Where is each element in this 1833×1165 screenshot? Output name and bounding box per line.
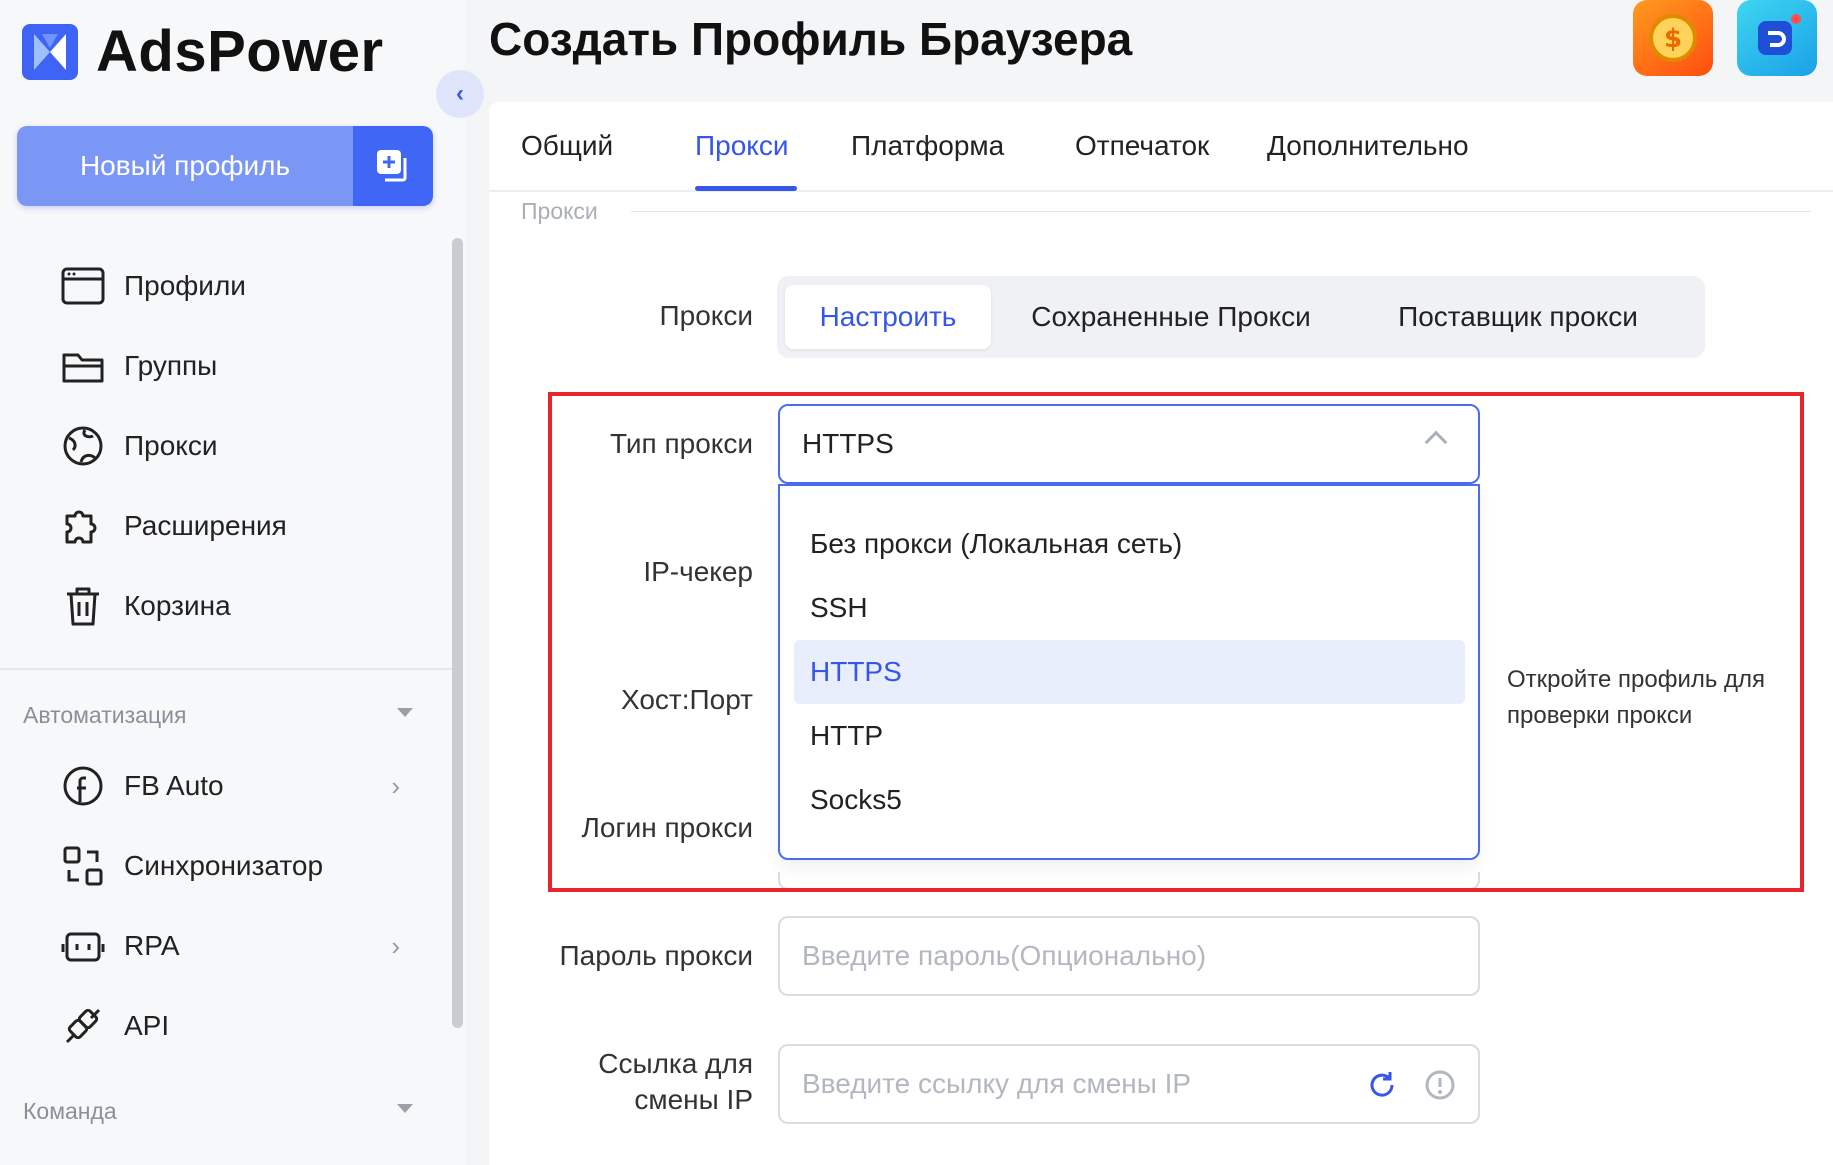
logo: AdsPower — [22, 18, 384, 85]
sidebar-item-label: Расширения — [124, 510, 287, 541]
proxy-type-dropdown: Без прокси (Локальная сеть) SSH HTTPS HT… — [778, 484, 1480, 860]
proxy-type-option-http[interactable]: HTTP — [794, 704, 1465, 768]
proxy-type-label: Тип прокси — [610, 428, 753, 459]
proxy-type-value: HTTPS — [802, 428, 894, 459]
chevron-left-icon: ‹ — [456, 80, 464, 107]
sidebar-item-rpa[interactable]: RPA › — [0, 906, 440, 986]
main-content: Создать Профиль Браузера $ Общий Прокси … — [465, 0, 1833, 1165]
facebook-icon — [60, 763, 106, 809]
sidebar-item-trash[interactable]: Корзина — [0, 566, 440, 646]
plug-icon — [60, 1003, 106, 1049]
sidebar-item-label: Группы — [124, 350, 218, 381]
chevron-right-icon: › — [391, 930, 400, 961]
proxy-login-label: Логин прокси — [581, 812, 753, 843]
sync-app-icon[interactable] — [1737, 0, 1817, 76]
tab-general[interactable]: Общий — [521, 130, 613, 162]
proxy-mode-custom[interactable]: Настроить — [785, 285, 991, 349]
sidebar-item-api[interactable]: API — [0, 986, 440, 1066]
new-profile-label[interactable]: Новый профиль — [17, 126, 353, 206]
section-automation-label: Автоматизация — [23, 702, 187, 728]
tab-platform[interactable]: Платформа — [851, 130, 1004, 162]
sidebar-item-profiles[interactable]: Профили — [0, 246, 440, 326]
automation-nav: FB Auto › Синхронизатор RPA › API — [0, 746, 440, 1066]
ip-change-link-label: Ссылка для смены IP — [453, 1046, 753, 1118]
sidebar-item-extensions[interactable]: Расширения — [0, 486, 440, 566]
proxy-password-label: Пароль прокси — [559, 940, 753, 971]
profile-tabs: Общий Прокси Платформа Отпечаток Дополни… — [489, 102, 1833, 192]
tab-advanced[interactable]: Дополнительно — [1267, 130, 1469, 162]
proxy-mode-switch: Настроить Сохраненные Прокси Поставщик п… — [777, 276, 1705, 358]
sidebar-item-label: Корзина — [124, 590, 231, 621]
page-title: Создать Профиль Браузера — [489, 13, 1133, 65]
proxy-type-option-https[interactable]: HTTPS — [794, 640, 1465, 704]
sidebar-item-fb-auto[interactable]: FB Auto › — [0, 746, 440, 826]
caret-down-icon — [397, 1104, 413, 1113]
proxy-mode-provider[interactable]: Поставщик прокси — [1355, 285, 1681, 349]
globe-icon — [60, 423, 106, 469]
sidebar-item-label: Прокси — [124, 430, 218, 461]
section-heading: Прокси — [521, 198, 598, 224]
sidebar-item-proxies[interactable]: Прокси — [0, 406, 440, 486]
sidebar-scrollbar[interactable] — [452, 238, 463, 1028]
adspower-logo-icon — [22, 23, 78, 80]
app-name: AdsPower — [96, 19, 384, 84]
info-icon[interactable] — [1424, 1069, 1456, 1106]
active-tab-indicator — [695, 186, 797, 191]
section-automation[interactable]: Автоматизация — [23, 702, 413, 729]
refresh-icon[interactable] — [1366, 1069, 1398, 1106]
folder-icon — [60, 343, 106, 389]
puzzle-icon — [60, 503, 106, 549]
proxy-type-option-socks5[interactable]: Socks5 — [794, 768, 1465, 832]
svg-text:$: $ — [1664, 24, 1682, 54]
sidebar-divider — [0, 668, 452, 670]
section-team[interactable]: Команда — [23, 1098, 413, 1125]
new-profile-button[interactable]: Новый профиль — [17, 126, 433, 206]
sidebar-item-label: Синхронизатор — [124, 850, 324, 881]
sidebar-item-label: API — [124, 1010, 170, 1041]
sidebar-item-label: FB Auto — [124, 770, 224, 801]
caret-down-icon — [397, 708, 413, 717]
chevron-up-icon — [1424, 430, 1448, 454]
host-port-label: Хост:Порт — [620, 684, 753, 715]
sync-icon — [60, 843, 106, 889]
proxy-password-input[interactable] — [778, 916, 1480, 996]
tab-proxy[interactable]: Прокси — [695, 130, 788, 162]
proxy-mode-saved[interactable]: Сохраненные Прокси — [1013, 285, 1329, 349]
ip-change-link-actions — [1366, 1069, 1456, 1106]
tab-fingerprint[interactable]: Отпечаток — [1075, 130, 1209, 162]
ip-change-link-label-line2: смены IP — [634, 1084, 753, 1115]
coin-reward-icon[interactable]: $ — [1633, 0, 1713, 76]
main-nav: Профили Группы Прокси Расширения Корзина — [0, 246, 440, 646]
sidebar-item-groups[interactable]: Группы — [0, 326, 440, 406]
trash-icon — [60, 583, 106, 629]
browser-window-icon — [60, 263, 106, 309]
proxy-type-option-ssh[interactable]: SSH — [794, 576, 1465, 640]
new-profile-add-icon[interactable] — [353, 126, 433, 206]
sidebar: AdsPower Новый профиль Профили Группы Пр… — [0, 0, 465, 1165]
sidebar-item-synchronizer[interactable]: Синхронизатор — [0, 826, 440, 906]
section-divider — [631, 211, 1811, 212]
proxy-type-option-none[interactable]: Без прокси (Локальная сеть) — [794, 512, 1465, 576]
proxy-login-field-edge — [778, 872, 1480, 890]
collapse-sidebar-button[interactable]: ‹ — [436, 70, 484, 118]
ip-checker-label: IP-чекер — [643, 556, 753, 587]
chevron-right-icon: › — [391, 770, 400, 801]
sidebar-item-label: Профили — [124, 270, 246, 301]
profile-form-card: Общий Прокси Платформа Отпечаток Дополни… — [489, 102, 1833, 1165]
proxy-label: Прокси — [659, 300, 753, 331]
sidebar-item-label: RPA — [124, 930, 180, 961]
section-team-label: Команда — [23, 1098, 117, 1124]
ip-change-link-label-line1: Ссылка для — [598, 1048, 753, 1079]
robot-icon — [60, 923, 106, 969]
proxy-type-select[interactable]: HTTPS — [778, 404, 1480, 484]
check-proxy-hint: Откройте профиль для проверки прокси — [1507, 666, 1766, 729]
